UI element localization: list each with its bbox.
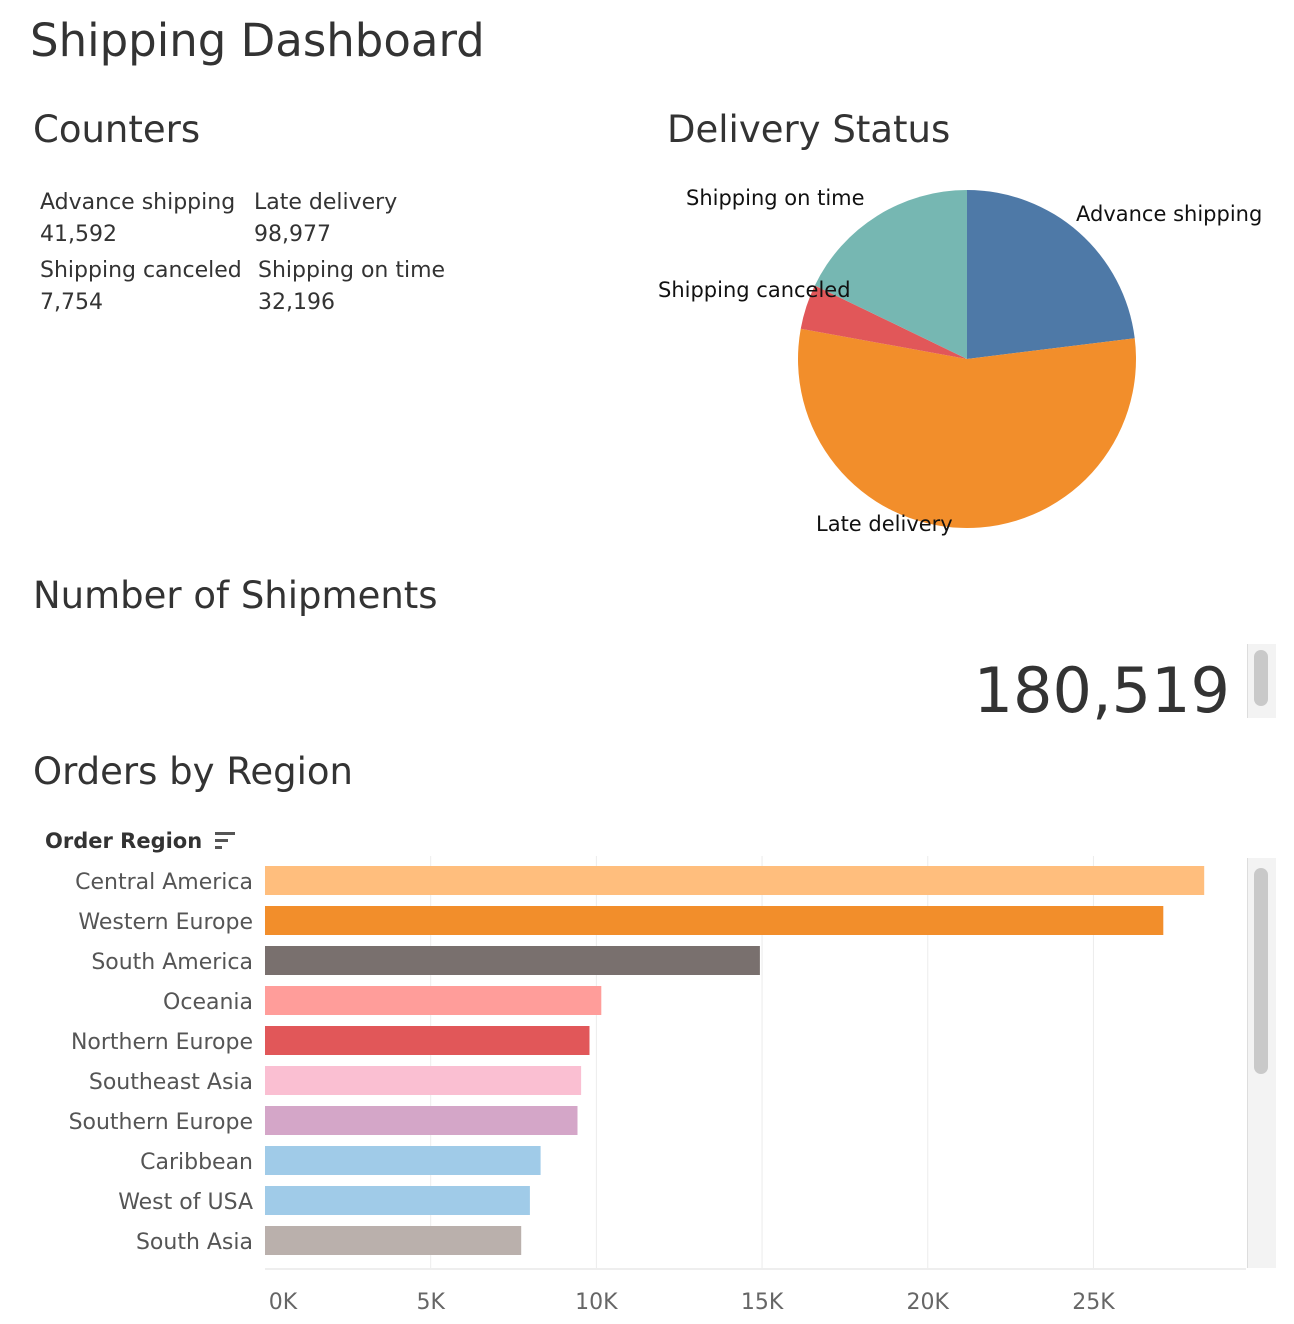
bar-central-america[interactable] bbox=[265, 866, 1205, 895]
delivery-status-pie-chart[interactable]: Advance shipping Late delivery Shipping ca… bbox=[640, 170, 1294, 550]
bar-northern-europe[interactable] bbox=[265, 1026, 590, 1055]
shipments-count: 180,519 bbox=[973, 654, 1230, 727]
bar-west-of-usa[interactable] bbox=[265, 1186, 530, 1215]
delivery-status-title: Delivery Status bbox=[667, 108, 951, 151]
shipments-title: Number of Shipments bbox=[33, 574, 438, 617]
region-scrollbar-thumb[interactable] bbox=[1254, 868, 1268, 1074]
bar-caribbean[interactable] bbox=[265, 1146, 541, 1175]
counter-value-ontime: 32,196 bbox=[258, 290, 335, 315]
x-tick-label: 5K bbox=[416, 1290, 445, 1315]
bar-western-europe[interactable] bbox=[265, 906, 1164, 935]
bar-southeast-asia[interactable] bbox=[265, 1066, 582, 1095]
x-tick-label: 20K bbox=[907, 1290, 950, 1315]
category-label-west-of-usa: West of USA bbox=[118, 1190, 253, 1215]
bar-oceania[interactable] bbox=[265, 986, 602, 1015]
sort-descending-icon[interactable] bbox=[213, 829, 237, 851]
counter-label-canceled: Shipping canceled bbox=[40, 258, 242, 283]
shipments-scrollbar[interactable] bbox=[1247, 644, 1276, 718]
counter-value-canceled: 7,754 bbox=[40, 290, 103, 315]
category-label-southern-europe: Southern Europe bbox=[69, 1110, 253, 1135]
region-scrollbar[interactable] bbox=[1247, 858, 1276, 1268]
pie-label-advance-shipping: Advance shipping bbox=[1076, 202, 1262, 226]
shipments-scrollbar-thumb[interactable] bbox=[1254, 650, 1268, 706]
x-tick-label: 10K bbox=[575, 1290, 618, 1315]
category-label-south-asia: South Asia bbox=[136, 1230, 253, 1255]
orders-by-region-title: Orders by Region bbox=[33, 750, 353, 793]
category-label-western-europe: Western Europe bbox=[78, 910, 253, 935]
category-label-southeast-asia: Southeast Asia bbox=[89, 1070, 253, 1095]
pie-label-shipping-on-time: Shipping on time bbox=[686, 186, 865, 210]
pie-label-shipping-canceled: Shipping canceled bbox=[658, 278, 851, 302]
counter-label-advance: Advance shipping bbox=[40, 190, 236, 215]
category-label-south-america: South America bbox=[91, 950, 253, 975]
counter-value-advance: 41,592 bbox=[40, 222, 117, 247]
category-label-caribbean: Caribbean bbox=[140, 1150, 253, 1175]
category-label-central-america: Central America bbox=[75, 870, 253, 895]
x-tick-label: 25K bbox=[1072, 1290, 1115, 1315]
category-label-oceania: Oceania bbox=[163, 990, 253, 1015]
counter-label-late: Late delivery bbox=[254, 190, 398, 215]
pie-label-late-delivery: Late delivery bbox=[816, 512, 953, 536]
counter-value-late: 98,977 bbox=[254, 222, 331, 247]
bar-south-america[interactable] bbox=[265, 946, 760, 975]
x-tick-label: 15K bbox=[741, 1290, 784, 1315]
counters-title: Counters bbox=[33, 108, 201, 151]
bar-south-asia[interactable] bbox=[265, 1226, 522, 1255]
dashboard-title: Shipping Dashboard bbox=[30, 14, 485, 67]
category-label-northern-europe: Northern Europe bbox=[71, 1030, 253, 1055]
counter-label-ontime: Shipping on time bbox=[258, 258, 446, 283]
x-tick-label: 0K bbox=[269, 1290, 298, 1315]
bar-southern-europe[interactable] bbox=[265, 1106, 578, 1135]
orders-by-region-bar-chart: Central America Western Europe South Ameri… bbox=[69, 856, 1246, 1315]
